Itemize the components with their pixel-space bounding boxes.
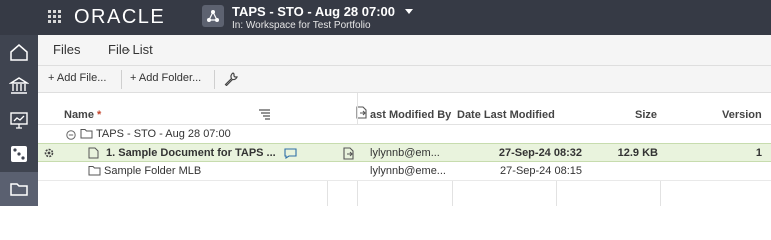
row-size: 12.9 KB: [617, 147, 658, 159]
add-file-button[interactable]: + Add File...: [48, 69, 106, 90]
table-row[interactable]: Sample Folder MLB lylynnb@eme... 27-Sep-…: [38, 162, 771, 181]
row-modified-by: lylynnb@eme...: [370, 165, 446, 177]
row-modified-by: lylynnb@em...: [370, 147, 440, 159]
column-name-label: Name: [64, 109, 94, 121]
toolbar-divider: [214, 70, 215, 89]
row-date: 27-Sep-24 08:15: [500, 165, 582, 177]
row-name[interactable]: TAPS - STO - Aug 28 07:00: [96, 128, 231, 140]
chevron-down-icon[interactable]: [405, 9, 413, 14]
toolbar-divider: [121, 70, 122, 89]
gear-icon[interactable]: [43, 147, 55, 162]
left-nav-rail: [0, 35, 38, 206]
column-date-last-modified[interactable]: Date Last Modified: [457, 109, 555, 121]
folder-icon: [10, 183, 28, 196]
row-name[interactable]: 1. Sample Document for TAPS ...: [106, 147, 276, 159]
comment-icon[interactable]: [284, 148, 297, 162]
document-icon: [88, 147, 99, 162]
rail-item-home[interactable]: [0, 35, 38, 69]
export-icon[interactable]: [342, 147, 355, 163]
rail-item-files[interactable]: [0, 172, 38, 206]
collapse-icon[interactable]: [66, 129, 76, 143]
folder-icon: [80, 128, 93, 142]
top-header: ORACLE TAPS - STO - Aug 28 07:00 In: Wor…: [0, 0, 771, 35]
workspace-subtitle: In: Workspace for Test Portfolio: [232, 20, 371, 31]
column-size[interactable]: Size: [635, 109, 657, 121]
rail-item-dice[interactable]: [0, 137, 38, 171]
toolbar: + Add File... + Add Folder...: [38, 65, 771, 93]
presentation-icon: [10, 112, 28, 129]
bank-icon: [9, 77, 29, 94]
breadcrumb-files[interactable]: Files: [53, 42, 80, 57]
wrench-icon[interactable]: [224, 72, 238, 89]
rail-item-portfolio[interactable]: [0, 69, 38, 103]
row-name[interactable]: Sample Folder MLB: [104, 165, 201, 177]
column-last-modified-by[interactable]: ast Modified By: [370, 109, 451, 121]
workspace-icon[interactable]: [202, 5, 224, 27]
column-name[interactable]: Name *: [64, 109, 101, 121]
breadcrumb: Files › File List: [38, 35, 771, 65]
oracle-logo: ORACLE: [74, 6, 166, 28]
column-menu-icon[interactable]: [258, 108, 271, 123]
row-version: 1: [755, 147, 762, 159]
table-row[interactable]: 1. Sample Document for TAPS ... lylynnb@…: [38, 143, 771, 162]
workspace-title[interactable]: TAPS - STO - Aug 28 07:00: [232, 4, 395, 19]
required-mark: *: [97, 109, 102, 121]
column-version[interactable]: Version: [722, 109, 762, 121]
folder-icon: [88, 165, 101, 179]
rail-item-presentation[interactable]: [0, 103, 38, 137]
app-grid-icon[interactable]: [48, 10, 62, 24]
table-row[interactable]: TAPS - STO - Aug 28 07:00: [38, 125, 771, 144]
add-folder-button[interactable]: + Add Folder...: [130, 69, 201, 90]
dice-icon: [11, 146, 27, 162]
table-header: Name * ast Modified By Date Last Modifie…: [38, 93, 771, 125]
home-icon: [10, 44, 28, 61]
breadcrumb-current: File List: [108, 42, 153, 57]
